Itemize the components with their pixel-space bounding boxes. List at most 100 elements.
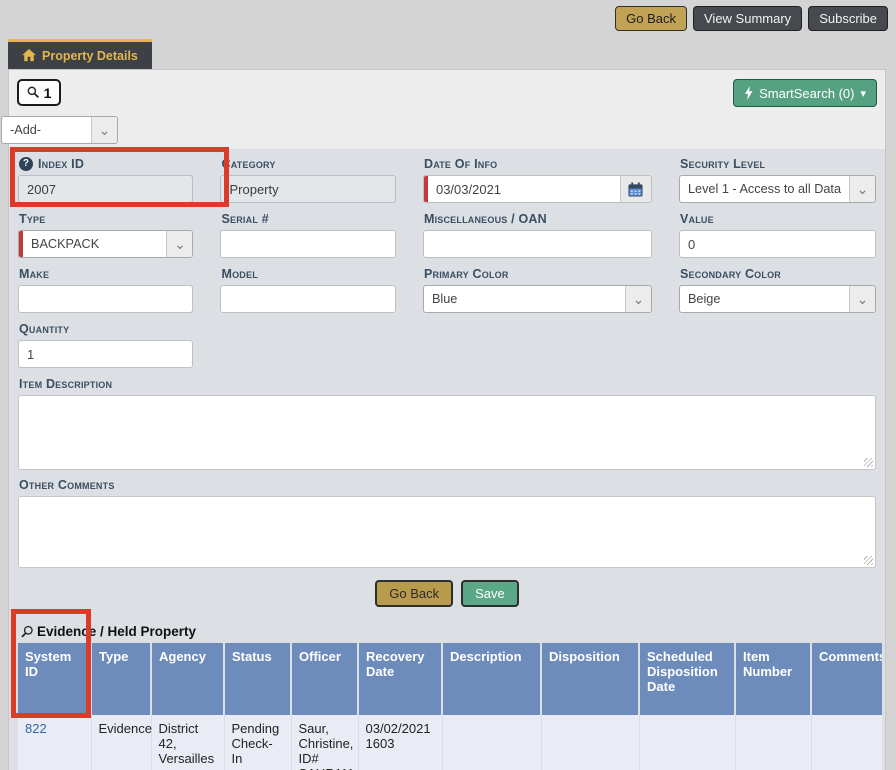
- table-row: 822 Evidence District 42, Versailles Pen…: [18, 715, 882, 770]
- cell-type: Evidence: [91, 715, 151, 770]
- cell-disposition: [541, 715, 639, 770]
- chevron-down-icon: ⌄: [625, 286, 651, 312]
- zoom-count: 1: [44, 85, 52, 101]
- col-header-item-number: Item Number: [735, 643, 811, 715]
- magnifier-icon: [27, 86, 40, 99]
- go-back-button-top[interactable]: Go Back: [615, 6, 687, 31]
- cell-agency: District 42, Versailles: [151, 715, 224, 770]
- field-type: Type BACKPACK ⌄: [18, 210, 193, 258]
- evidence-table: System ID Type Agency Status Officer Rec…: [18, 643, 882, 770]
- caret-down-icon: ▾: [860, 87, 866, 100]
- evidence-table-wrap: System ID Type Agency Status Officer Rec…: [18, 643, 882, 770]
- index-id-input[interactable]: [18, 175, 193, 203]
- col-header-scheduled-disposition-date: Scheduled Disposition Date: [639, 643, 735, 715]
- cell-system-id: 822: [18, 715, 91, 770]
- category-input[interactable]: [220, 175, 395, 203]
- chevron-down-icon: ⌄: [166, 231, 192, 257]
- help-icon[interactable]: ?: [19, 157, 33, 171]
- top-button-bar: Go Back View Summary Subscribe: [615, 6, 888, 31]
- security-level-dropdown[interactable]: Level 1 - Access to all Data ⌄: [679, 175, 876, 203]
- serial-label: Serial #: [221, 212, 395, 226]
- field-primary-color: Primary Color Blue ⌄: [423, 265, 652, 313]
- chevron-down-icon: ⌄: [91, 117, 117, 143]
- col-header-status: Status: [224, 643, 291, 715]
- calendar-icon[interactable]: [620, 176, 651, 202]
- misc-oan-label: Miscellaneous / OAN: [424, 212, 652, 226]
- property-details-panel: 1 SmartSearch (0) ▾ -Add- ⌄ ? Index ID: [8, 69, 886, 770]
- field-misc-oan: Miscellaneous / OAN: [423, 210, 652, 258]
- item-description-label: Item Description: [19, 377, 876, 391]
- value-input[interactable]: [679, 230, 876, 258]
- date-of-info-input[interactable]: [424, 176, 620, 202]
- value-label: Value: [680, 212, 876, 226]
- tab-property-details[interactable]: Property Details: [8, 39, 152, 69]
- property-form: ? Index ID Category Date Of Info: [9, 149, 885, 770]
- cell-scheduled-disposition-date: [639, 715, 735, 770]
- col-header-system-id: System ID: [18, 643, 91, 715]
- field-date-of-info: Date Of Info: [423, 155, 652, 203]
- add-dropdown-value: -Add-: [2, 123, 91, 137]
- col-header-agency: Agency: [151, 643, 224, 715]
- magnifier-icon: [20, 625, 34, 639]
- required-indicator: [424, 176, 428, 202]
- go-back-button[interactable]: Go Back: [375, 580, 453, 607]
- security-level-label: Security Level: [680, 157, 876, 171]
- secondary-color-dropdown[interactable]: Beige ⌄: [679, 285, 876, 313]
- misc-oan-input[interactable]: [423, 230, 652, 258]
- form-action-buttons: Go Back Save: [18, 580, 876, 607]
- lightning-bolt-icon: [744, 86, 753, 100]
- make-label: Make: [19, 267, 193, 281]
- index-id-label: ? Index ID: [19, 157, 193, 171]
- item-description-textarea[interactable]: [18, 395, 876, 470]
- subscribe-button[interactable]: Subscribe: [808, 6, 888, 31]
- other-comments-textarea[interactable]: [18, 496, 876, 568]
- save-button[interactable]: Save: [461, 580, 519, 607]
- cell-officer: Saur, Christine, ID# SAUR111: [291, 715, 358, 770]
- evidence-section-header: Evidence / Held Property: [20, 624, 876, 639]
- primary-color-label: Primary Color: [424, 267, 652, 281]
- serial-input[interactable]: [220, 230, 395, 258]
- field-index-id: ? Index ID: [18, 155, 193, 203]
- cell-comments: [811, 715, 882, 770]
- evidence-header-row: System ID Type Agency Status Officer Rec…: [18, 643, 882, 715]
- required-indicator: [19, 231, 23, 257]
- cell-item-number: [735, 715, 811, 770]
- tab-label: Property Details: [42, 49, 138, 63]
- field-quantity: Quantity: [18, 320, 193, 368]
- col-header-type: Type: [91, 643, 151, 715]
- item-description-wrap: [18, 395, 876, 470]
- model-label: Model: [221, 267, 395, 281]
- col-header-disposition: Disposition: [541, 643, 639, 715]
- col-header-description: Description: [442, 643, 541, 715]
- smartsearch-button[interactable]: SmartSearch (0) ▾: [733, 79, 877, 107]
- chevron-down-icon: ⌄: [849, 176, 875, 202]
- date-of-info-group: [423, 175, 652, 203]
- primary-color-dropdown[interactable]: Blue ⌄: [423, 285, 652, 313]
- view-summary-button[interactable]: View Summary: [693, 6, 802, 31]
- field-serial: Serial #: [220, 210, 395, 258]
- col-header-officer: Officer: [291, 643, 358, 715]
- secondary-color-label: Secondary Color: [680, 267, 876, 281]
- model-input[interactable]: [220, 285, 395, 313]
- type-dropdown[interactable]: BACKPACK ⌄: [18, 230, 193, 258]
- field-model: Model: [220, 265, 395, 313]
- quantity-input[interactable]: [18, 340, 193, 368]
- category-label: Category: [221, 157, 395, 171]
- home-icon: [22, 49, 36, 62]
- system-id-link[interactable]: 822: [25, 721, 47, 736]
- cell-recovery-date: 03/02/2021 1603: [358, 715, 442, 770]
- field-security-level: Security Level Level 1 - Access to all D…: [679, 155, 876, 203]
- add-dropdown[interactable]: -Add- ⌄: [1, 116, 118, 144]
- field-category: Category: [220, 155, 395, 203]
- col-header-recovery-date: Recovery Date: [358, 643, 442, 715]
- field-value: Value: [679, 210, 876, 258]
- chevron-down-icon: ⌄: [849, 286, 875, 312]
- property-details-page: Go Back View Summary Subscribe Property …: [0, 0, 896, 770]
- magnifier-count-button[interactable]: 1: [17, 79, 61, 106]
- make-input[interactable]: [18, 285, 193, 313]
- smartsearch-label: SmartSearch (0): [759, 86, 854, 101]
- col-header-comments: Comments: [811, 643, 882, 715]
- panel-toolbar: 1 SmartSearch (0) ▾ -Add- ⌄: [9, 70, 885, 149]
- quantity-label: Quantity: [19, 322, 193, 336]
- field-make: Make: [18, 265, 193, 313]
